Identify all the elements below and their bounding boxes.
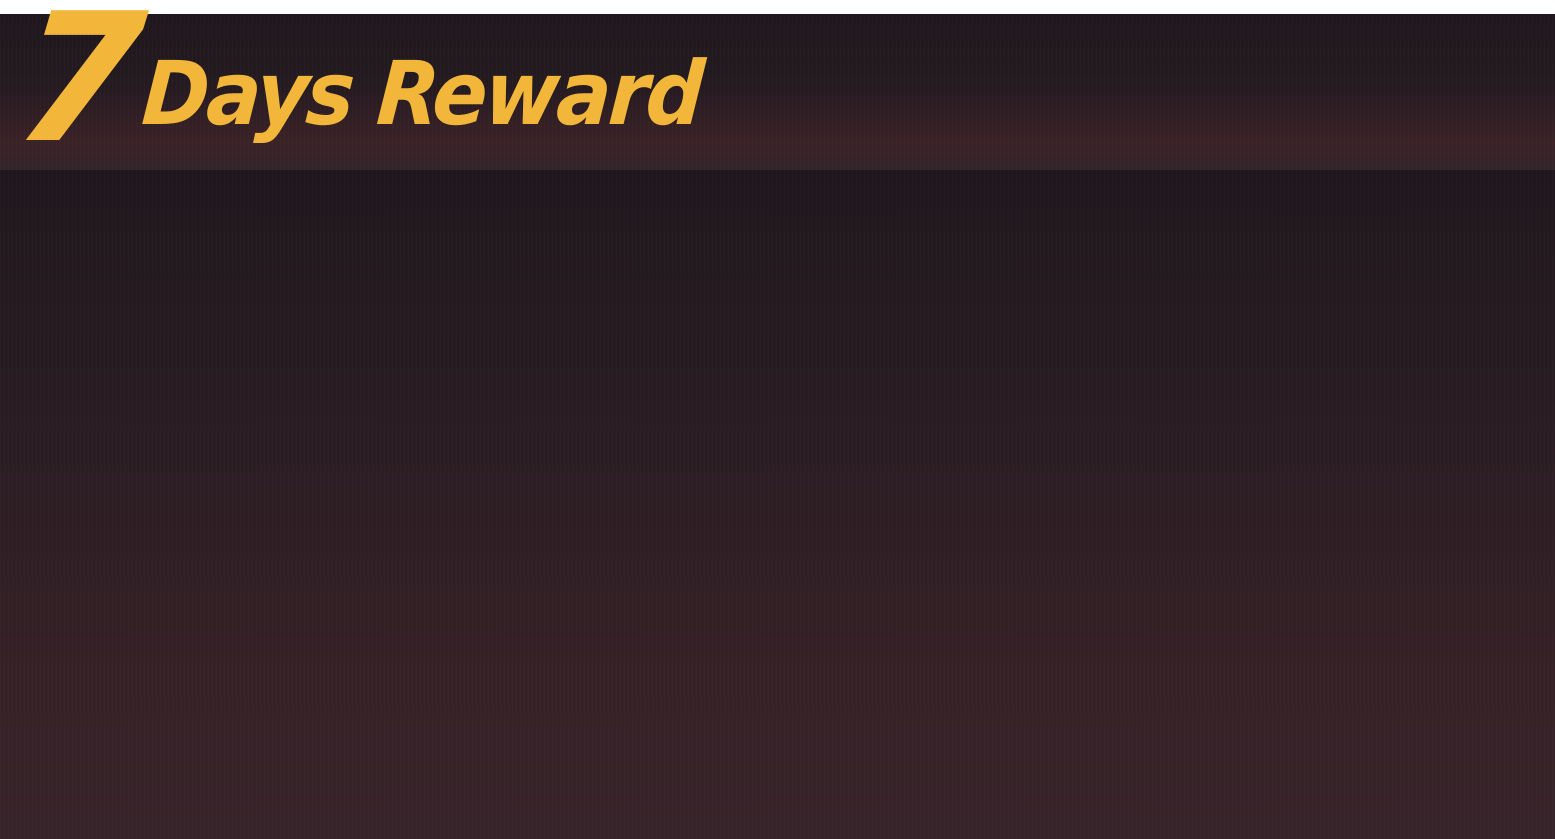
seven-days-reward-screen: 7 Days Reward xyxy=(0,0,1555,839)
title-number: 7 xyxy=(7,0,148,182)
page-title: 7 Days Reward xyxy=(7,0,704,182)
title-text: Days Reward xyxy=(138,42,705,145)
rewards-panel xyxy=(0,170,1555,839)
